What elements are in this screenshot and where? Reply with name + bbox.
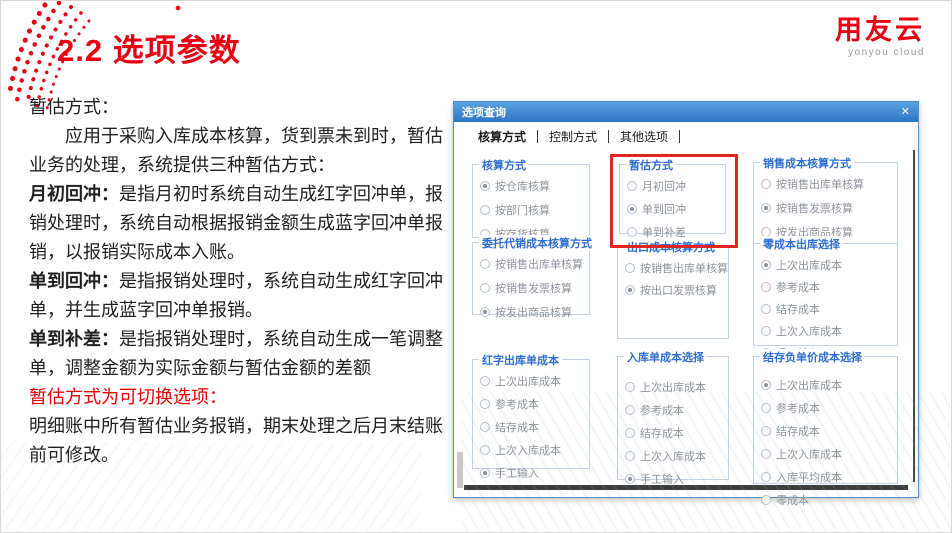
radio-option[interactable]: 单到补差 bbox=[627, 224, 725, 240]
term-label: 单到回冲： bbox=[29, 271, 119, 291]
group-title: 红字出库单成本 bbox=[479, 352, 562, 368]
radio-option[interactable]: 按销售出库单核算 bbox=[625, 260, 728, 276]
group-consignment-cost: 委托代销成本核算方式 按销售出库单核算 按销售发票核算 按发出商品核算 bbox=[472, 242, 590, 315]
body-note-red: 暂估方式为可切换选项： bbox=[29, 383, 451, 412]
radio-icon bbox=[625, 263, 635, 273]
radio-label: 单到补差 bbox=[642, 224, 686, 240]
group-zero-cost-out: 零成本出库选择 上次出库成本 参考成本 结存成本 上次入库成本 手工输入 bbox=[753, 243, 898, 346]
logo-text: 用友云 bbox=[835, 17, 925, 44]
radio-icon bbox=[761, 304, 771, 314]
radio-label: 参考成本 bbox=[776, 279, 820, 295]
logo: 用友云 yonyou cloud bbox=[835, 17, 925, 58]
radio-label: 按销售出库单核算 bbox=[776, 176, 864, 192]
body-item-on-invoice: 单到回冲：是指报销处理时，系统自动生成红字回冲单，并生成蓝字回冲单报销。 bbox=[29, 267, 451, 325]
page-title: 2.2 选项参数 bbox=[57, 25, 241, 70]
radio-option[interactable]: 按销售发票核算 bbox=[761, 200, 897, 216]
dialog-titlebar[interactable]: 选项查询 ✕ bbox=[454, 102, 918, 122]
radio-icon bbox=[761, 380, 771, 390]
radio-icon bbox=[480, 376, 490, 386]
radio-label: 上次入库成本 bbox=[776, 323, 842, 339]
radio-icon bbox=[480, 307, 490, 317]
radio-icon bbox=[627, 204, 637, 214]
term-label: 单到补差： bbox=[29, 329, 119, 349]
radio-icon bbox=[480, 283, 490, 293]
radio-icon bbox=[480, 181, 490, 191]
radio-icon bbox=[627, 227, 637, 237]
radio-option[interactable]: 上次出库成本 bbox=[761, 257, 897, 273]
radio-option[interactable]: 按仓库核算 bbox=[480, 178, 589, 194]
radio-option[interactable]: 上次出库成本 bbox=[480, 373, 589, 389]
radio-icon bbox=[480, 205, 490, 215]
logo-subtext: yonyou cloud bbox=[835, 47, 925, 58]
dialog-title: 选项查询 bbox=[462, 104, 506, 120]
group-title: 暂估方式 bbox=[626, 157, 676, 173]
radio-label: 上次出库成本 bbox=[495, 373, 561, 389]
close-icon[interactable]: ✕ bbox=[901, 107, 910, 118]
radio-label: 按销售发票核算 bbox=[776, 200, 853, 216]
radio-icon bbox=[625, 382, 635, 392]
radio-icon bbox=[761, 282, 771, 292]
tab-accounting-method[interactable]: 核算方式 bbox=[478, 128, 526, 145]
radio-label: 结存成本 bbox=[776, 301, 820, 317]
group-title: 结存负单价成本选择 bbox=[760, 349, 865, 365]
radio-icon bbox=[761, 326, 771, 336]
group-title: 零成本出库选择 bbox=[760, 236, 843, 252]
radio-label: 按销售出库单核算 bbox=[495, 256, 583, 272]
radio-option[interactable]: 上次出库成本 bbox=[761, 377, 897, 393]
body-item-difference: 单到补差：是指报销处理时，系统自动生成一笔调整单，调整金额为实际金额与暂估金额的… bbox=[29, 325, 451, 383]
background-texture bbox=[461, 392, 952, 533]
radio-icon bbox=[761, 203, 771, 213]
radio-label: 按部门核算 bbox=[495, 202, 550, 218]
radio-label: 上次出库成本 bbox=[776, 377, 842, 393]
radio-label: 按销售发票核算 bbox=[495, 280, 572, 296]
background-texture bbox=[1, 442, 421, 532]
radio-label: 上次出库成本 bbox=[776, 257, 842, 273]
radio-icon bbox=[627, 181, 637, 191]
tab-separator bbox=[608, 130, 609, 143]
tab-other-options[interactable]: 其他选项 bbox=[620, 128, 668, 145]
tab-bar: 核算方式 控制方式 其他选项 bbox=[454, 122, 918, 150]
body-text: 暂估方式： 应用于采购入库成本核算，货到票未到时，暂估业务的处理，系统提供三种暂… bbox=[29, 93, 451, 470]
radio-label: 单到回冲 bbox=[642, 201, 686, 217]
slide: 2.2 选项参数 用友云 yonyou cloud 暂估方式： 应用于采购入库成… bbox=[0, 0, 952, 533]
radio-icon bbox=[761, 260, 771, 270]
radio-icon bbox=[480, 259, 490, 269]
radio-option[interactable]: 按销售出库单核算 bbox=[480, 256, 589, 272]
radio-option[interactable]: 按销售发票核算 bbox=[480, 280, 589, 296]
radio-option[interactable]: 按出口发票核算 bbox=[625, 282, 728, 298]
body-item-monthly: 月初回冲：是指月初时系统自动生成红字回冲单，报销处理时，系统自动根据报销金额生成… bbox=[29, 180, 451, 267]
radio-icon bbox=[625, 285, 635, 295]
radio-option[interactable]: 按发出商品核算 bbox=[480, 304, 589, 320]
group-title: 出口成本核算方式 bbox=[624, 239, 718, 255]
tab-control-method[interactable]: 控制方式 bbox=[549, 128, 597, 145]
radio-label: 按发出商品核算 bbox=[495, 304, 572, 320]
radio-label: 按出口发票核算 bbox=[640, 282, 717, 298]
group-accounting: 核算方式 按仓库核算 按部门核算 按存货核算 bbox=[472, 164, 590, 238]
radio-label: 月初回冲 bbox=[642, 178, 686, 194]
radio-option[interactable]: 结存成本 bbox=[761, 301, 897, 317]
radio-option[interactable]: 上次入库成本 bbox=[761, 323, 897, 339]
body-heading: 暂估方式： bbox=[29, 93, 451, 122]
group-sales-cost: 销售成本核算方式 按销售出库单核算 按销售发票核算 按发出商品核算 bbox=[753, 162, 898, 244]
radio-option[interactable]: 按部门核算 bbox=[480, 202, 589, 218]
group-title: 委托代销成本核算方式 bbox=[479, 235, 595, 251]
group-export-cost: 出口成本核算方式 按销售出库单核算 按出口发票核算 bbox=[617, 246, 729, 339]
term-label: 月初回冲： bbox=[29, 184, 119, 204]
radio-icon bbox=[761, 179, 771, 189]
group-title: 销售成本核算方式 bbox=[760, 155, 854, 171]
group-title: 入库单成本选择 bbox=[624, 349, 707, 365]
group-estimate: 暂估方式 月初回冲 单到回冲 单到补差 bbox=[619, 164, 726, 234]
radio-label: 按销售出库单核算 bbox=[640, 260, 728, 276]
radio-option[interactable]: 单到回冲 bbox=[627, 201, 725, 217]
radio-option[interactable]: 月初回冲 bbox=[627, 178, 725, 194]
tab-separator bbox=[537, 130, 538, 143]
radio-option[interactable]: 参考成本 bbox=[761, 279, 897, 295]
tab-separator bbox=[679, 130, 680, 143]
body-intro: 应用于采购入库成本核算，货到票未到时，暂估业务的处理，系统提供三种暂估方式： bbox=[29, 122, 451, 180]
group-title: 核算方式 bbox=[479, 157, 529, 173]
radio-label: 按仓库核算 bbox=[495, 178, 550, 194]
radio-option[interactable]: 按销售出库单核算 bbox=[761, 176, 897, 192]
